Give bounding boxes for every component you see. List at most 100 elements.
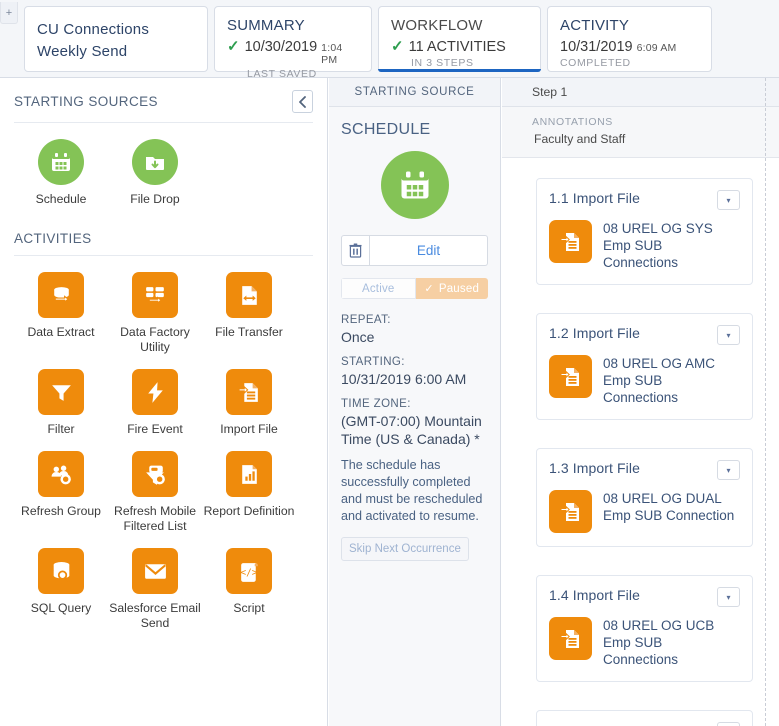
header-tabbar: + CU Connections Weekly Send SUMMARY ✓ 1… (0, 0, 779, 80)
toggle-paused-label: Paused (438, 282, 480, 295)
chevron-left-icon[interactable] (292, 90, 313, 113)
palette-item-data-extract[interactable]: Data Extract (14, 272, 108, 355)
check-icon: ✓ (424, 283, 434, 295)
palette-item-label: Refresh Mobile Filtered List (114, 504, 196, 533)
activity-card[interactable]: 1.4 Import File ▾ 08 UREL OG UCB Emp SUB… (536, 575, 753, 682)
palette-item-schedule[interactable]: Schedule (14, 139, 108, 207)
caret-glyph: ▾ (726, 195, 731, 205)
activity-card[interactable]: 1.1 Import File ▾ 08 UREL OG SYS Emp SUB… (536, 178, 753, 285)
tab-summary-title: SUMMARY (227, 17, 305, 34)
data-factory-utility-icon (132, 272, 178, 318)
palette-item-salesforce-email-send[interactable]: Salesforce Email Send (108, 548, 202, 631)
starting-value: 10/31/2019 6:00 AM (341, 371, 467, 387)
palette-item-label: File Drop (130, 192, 180, 206)
fire-event-icon (132, 369, 178, 415)
palette-item-fire-event[interactable]: Fire Event (108, 369, 202, 437)
palette-item-sql-query[interactable]: SQL Query (14, 548, 108, 631)
activity-card-name: 08 UREL OG AMC Emp SUB Connections (603, 356, 716, 405)
chevron-down-icon[interactable]: ▾ (717, 325, 740, 345)
edit-button[interactable]: Edit (370, 235, 488, 266)
palette-item-label: Import File (220, 422, 278, 436)
file-transfer-icon (226, 272, 272, 318)
chevron-down-icon[interactable]: ▾ (717, 190, 740, 210)
palette-item-refresh-group[interactable]: Refresh Group (14, 451, 108, 534)
add-tab-button[interactable]: + (0, 2, 18, 24)
caret-glyph: ▾ (726, 592, 731, 602)
palette-item-label: Filter (47, 422, 75, 436)
palette-item-label: Report Definition (203, 504, 295, 518)
palette-item-label: Script (233, 601, 265, 615)
annotations-section[interactable]: ANNOTATIONS Faculty and Staff (502, 107, 779, 158)
tab-journey-name[interactable]: CU Connections Weekly Send (24, 6, 208, 72)
step-label: Step 1 (532, 85, 568, 99)
palette-item-script[interactable]: </> Script (202, 548, 296, 631)
step-header: Step 1 (502, 78, 779, 107)
script-icon: </> (226, 548, 272, 594)
starting-source-header: STARTING SOURCE (329, 78, 500, 107)
activity-card[interactable]: 1.3 Import File ▾ 08 UREL OG DUAL Emp SU… (536, 448, 753, 547)
import-file-icon (549, 220, 592, 263)
tab-workflow-steps: IN 3 STEPS (411, 57, 474, 69)
schedule-actions: Edit (341, 235, 488, 266)
tab-activity[interactable]: ACTIVITY 10/31/2019 6:09 AM COMPLETED (547, 6, 712, 72)
palette-item-data-factory-utility[interactable]: Data Factory Utility (108, 272, 202, 355)
starting-source-panel: STARTING SOURCE SCHEDULE Edit Active ✓ P… (329, 78, 501, 726)
activity-card-title: 1.3 Import File (549, 460, 640, 476)
schedule-note: The schedule has successfully completed … (341, 458, 483, 523)
journey-name-text: CU Connections Weekly Send (37, 21, 150, 60)
timezone-label: TIME ZONE: (341, 398, 411, 410)
tab-activity-status: COMPLETED (560, 57, 631, 69)
repeat-value: Once (341, 329, 375, 345)
activity-card-title: 1.2 Import File (549, 325, 640, 341)
activities-header: ACTIVITIES (0, 221, 327, 246)
activity-card-list: 1.1 Import File ▾ 08 UREL OG SYS Emp SUB… (502, 158, 779, 726)
caret-glyph: ▾ (726, 330, 731, 340)
tab-workflow-title: WORKFLOW (391, 17, 483, 34)
starting-source-header-label: STARTING SOURCE (354, 86, 475, 98)
chevron-down-icon[interactable]: ▾ (717, 722, 740, 726)
activity-card[interactable]: 1.2 Import File ▾ 08 UREL OG AMC Emp SUB… (536, 313, 753, 420)
palette-item-filter[interactable]: Filter (14, 369, 108, 437)
palette-item-refresh-mobile-filtered-list[interactable]: Refresh Mobile Filtered List (108, 451, 202, 534)
palette-item-report-definition[interactable]: Report Definition (202, 451, 296, 534)
skip-next-occurrence-button[interactable]: Skip Next Occurrence (341, 537, 469, 561)
activity-card-name: 08 UREL OG DUAL Emp SUB Connection (603, 491, 735, 523)
annotations-value: Faculty and Staff (534, 132, 626, 146)
palette-panel: STARTING SOURCES Schedule File Drop ACTI… (0, 78, 328, 726)
annotations-label: ANNOTATIONS (532, 116, 613, 128)
sql-query-icon (38, 548, 84, 594)
activity-card[interactable]: ▾ (536, 710, 753, 726)
palette-item-label: Fire Event (127, 422, 183, 436)
delete-button[interactable] (341, 235, 370, 266)
palette-item-label: Data Factory Utility (120, 325, 190, 354)
toggle-option-active[interactable]: Active (341, 278, 416, 299)
palette-item-label: Refresh Group (21, 504, 101, 518)
palette-item-file-transfer[interactable]: File Transfer (202, 272, 296, 355)
timezone-value: (GMT-07:00) Mountain Time (US & Canada) … (341, 413, 482, 447)
toggle-option-paused[interactable]: ✓ Paused (415, 278, 488, 299)
schedule-details: SCHEDULE Edit Active ✓ Paused REPEAT: On… (329, 107, 500, 561)
tab-workflow[interactable]: WORKFLOW ✓ 11 ACTIVITIES IN 3 STEPS (378, 6, 541, 72)
palette-item-label: Schedule (35, 192, 87, 206)
activity-card-title: 1.1 Import File (549, 190, 640, 206)
chevron-down-icon[interactable]: ▾ (717, 587, 740, 607)
calendar-icon (38, 139, 84, 185)
activity-card-name: 08 UREL OG SYS Emp SUB Connections (603, 221, 713, 270)
workflow-builder-app: + CU Connections Weekly Send SUMMARY ✓ 1… (0, 0, 779, 726)
field-timezone: TIME ZONE: (GMT-07:00) Mountain Time (US… (341, 397, 488, 448)
palette-item-file-drop[interactable]: File Drop (108, 139, 202, 207)
import-file-icon (549, 355, 592, 398)
palette-item-import-file[interactable]: Import File (202, 369, 296, 437)
chevron-down-icon[interactable]: ▾ (717, 460, 740, 480)
activity-card-name: 08 UREL OG UCB Emp SUB Connections (603, 618, 715, 667)
starting-sources-heading: STARTING SOURCES (14, 94, 158, 109)
palette-item-label: Data Extract (27, 325, 95, 339)
refresh-group-icon (38, 451, 84, 497)
tab-workflow-count: 11 ACTIVITIES (408, 39, 506, 55)
tab-summary[interactable]: SUMMARY ✓ 10/30/2019 1:04 PM LAST SAVED (214, 6, 372, 80)
tab-activity-time: 6:09 AM (636, 42, 677, 54)
skip-next-occurrence-label: Skip Next Occurrence (349, 543, 461, 555)
tab-summary-time: 1:04 PM (321, 42, 343, 66)
caret-glyph: ▾ (726, 465, 731, 475)
starting-sources-grid: Schedule File Drop (0, 123, 327, 221)
